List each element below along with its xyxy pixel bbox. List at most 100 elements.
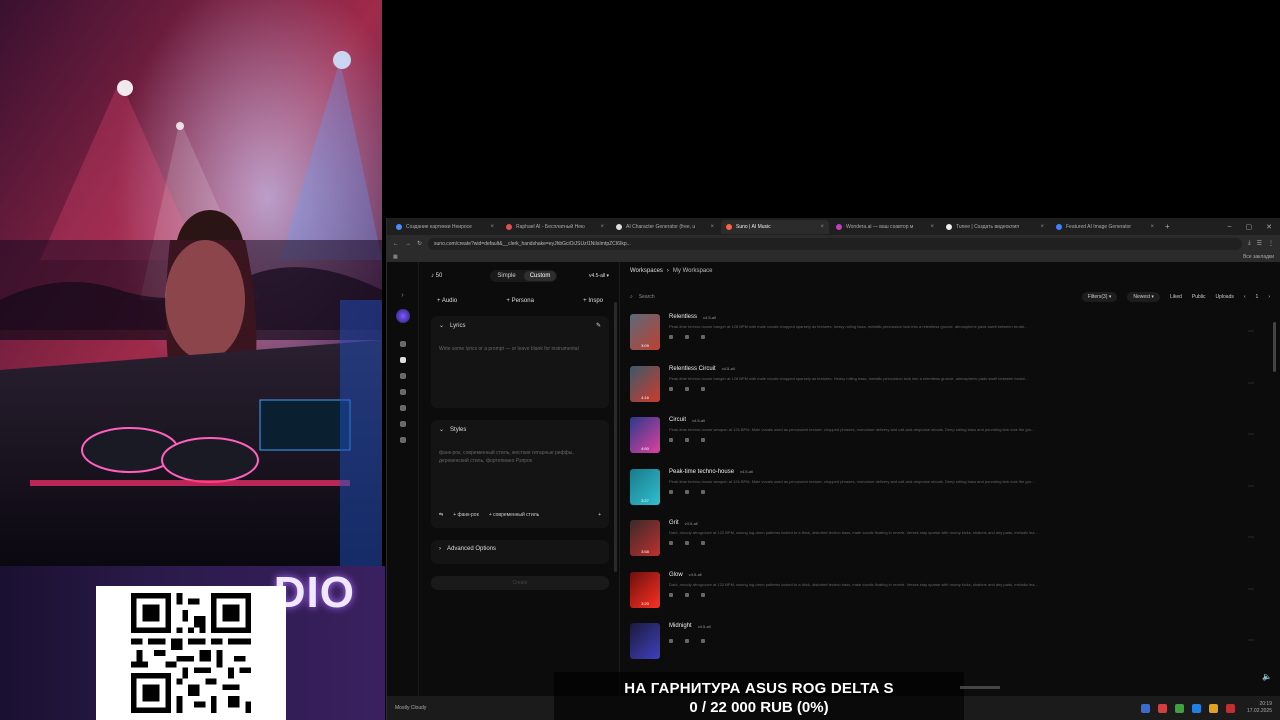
start-icon[interactable]	[1140, 703, 1150, 713]
song-title[interactable]: Midnight	[669, 623, 692, 629]
prev-page-icon[interactable]: ‹	[1244, 294, 1246, 300]
model-select[interactable]: v4.5-all ▾	[589, 273, 609, 279]
more-options-icon[interactable]: ⋯	[1248, 637, 1254, 644]
like-icon[interactable]	[669, 592, 673, 597]
styles-input[interactable]: фанк-рок, современный стиль, жесткие гит…	[439, 449, 601, 465]
add-style-icon[interactable]: +	[598, 512, 601, 518]
song-cover[interactable]: 3:20	[630, 571, 660, 608]
maximize-icon[interactable]: ▢	[1246, 223, 1253, 231]
dislike-icon[interactable]	[685, 489, 689, 494]
more-options-icon[interactable]: ⋯	[1248, 586, 1254, 593]
song-title[interactable]: Glow	[669, 572, 683, 578]
forward-icon[interactable]: →	[405, 241, 411, 247]
notifications-icon[interactable]	[399, 437, 406, 443]
app-icon[interactable]	[1191, 703, 1201, 713]
create-button[interactable]: Create	[431, 576, 609, 590]
like-icon[interactable]	[669, 489, 673, 494]
more-options-icon[interactable]: ⋯	[1248, 328, 1254, 335]
back-icon[interactable]: ←	[393, 241, 399, 247]
browser-tab[interactable]: Featured AI Image Generator ×	[1051, 220, 1159, 234]
minimize-icon[interactable]: –	[1228, 223, 1232, 231]
home-icon[interactable]	[399, 341, 406, 347]
browser-tab[interactable]: Raphael AI - Бесплатный Нею ×	[501, 220, 609, 234]
url-field[interactable]: suno.com/create?wid=default&__clerk_hand…	[428, 237, 1242, 250]
song-cover[interactable]: 3:27	[630, 468, 660, 505]
all-bookmarks-link[interactable]: Все закладки	[1243, 254, 1274, 260]
share-icon[interactable]	[701, 541, 705, 545]
browser-tab[interactable]: Создание картинки Неиросе ×	[391, 220, 499, 234]
breadcrumb-workspaces[interactable]: Workspaces	[630, 268, 663, 280]
song-row[interactable]: 3:27 Peak-time techno-house v4.5-all Peak-t…	[630, 468, 1270, 521]
styles-header[interactable]: ⌄ Styles	[439, 426, 601, 434]
song-title[interactable]: Relentless	[669, 314, 697, 320]
workspace-scrollbar[interactable]	[1273, 322, 1276, 372]
browser-tab-active[interactable]: Suno | AI Music ×	[721, 219, 829, 234]
close-icon[interactable]: ×	[490, 224, 494, 230]
close-icon[interactable]: ×	[600, 224, 604, 230]
download-icon[interactable]: ⤓	[1248, 240, 1251, 247]
song-cover[interactable]	[630, 623, 660, 659]
volume-icon[interactable]: 🔈	[1262, 672, 1272, 681]
add-persona-button[interactable]: + Persona	[506, 298, 534, 304]
app-icon[interactable]	[1157, 703, 1167, 713]
dislike-icon[interactable]	[685, 541, 689, 545]
apps-icon[interactable]: ▦	[393, 254, 398, 260]
lyrics-input[interactable]: Write some lyrics or a prompt — or leave…	[439, 345, 601, 353]
share-icon[interactable]	[701, 489, 705, 494]
mode-simple-button[interactable]: Simple	[491, 271, 521, 281]
like-icon[interactable]	[669, 438, 673, 442]
browser-tab[interactable]: AI Character Generator (free, u ×	[611, 220, 719, 234]
close-icon[interactable]: ×	[1040, 224, 1044, 230]
explore-icon[interactable]	[399, 373, 406, 379]
app-icon[interactable]	[1174, 703, 1184, 713]
song-cover[interactable]: 3:09	[630, 314, 660, 350]
mode-custom-button[interactable]: Custom	[523, 271, 557, 281]
magic-wand-icon[interactable]: ✎	[596, 322, 601, 329]
dislike-icon[interactable]	[685, 438, 689, 442]
next-page-icon[interactable]: ›	[1268, 294, 1270, 300]
like-icon[interactable]	[669, 639, 673, 643]
song-cover[interactable]: 4:16	[630, 365, 660, 402]
menu-icon[interactable]: ⋮	[1268, 240, 1274, 247]
extensions-icon[interactable]: ☰	[1257, 240, 1262, 247]
public-filter[interactable]: Public	[1192, 294, 1206, 300]
library-icon[interactable]	[399, 389, 406, 395]
close-icon[interactable]: ×	[1150, 224, 1154, 230]
collapse-icon[interactable]: ›	[401, 292, 403, 299]
more-options-icon[interactable]: ⋯	[1248, 534, 1254, 541]
new-tab-icon[interactable]: +	[1161, 222, 1174, 231]
song-row[interactable]: 3:09 Relentless v4.5-all Peak-time techno-h…	[630, 314, 1270, 366]
share-icon[interactable]	[701, 592, 705, 597]
more-options-icon[interactable]: ⋯	[1248, 483, 1254, 490]
dislike-icon[interactable]	[685, 335, 689, 339]
close-icon[interactable]: ×	[930, 224, 934, 230]
panel-scrollbar[interactable]	[614, 302, 617, 572]
song-title[interactable]: Grit	[669, 520, 679, 526]
song-row[interactable]: 3:20 Glow v4.5-all Dark, moody afrogroove a…	[630, 571, 1270, 624]
uploads-filter[interactable]: Uploads	[1216, 294, 1234, 300]
dislike-icon[interactable]	[685, 386, 689, 391]
song-row[interactable]: Midnight v4.5-all ⋯	[630, 623, 1270, 675]
song-title[interactable]: Circuit	[669, 417, 686, 423]
song-row[interactable]: 4:16 Relentless Circuit v4.5-all Peak-time …	[630, 365, 1270, 418]
credits-counter[interactable]: ♪ 50	[431, 273, 442, 279]
liked-filter[interactable]: Liked	[1170, 294, 1182, 300]
close-window-icon[interactable]: ✕	[1266, 223, 1272, 231]
dislike-icon[interactable]	[685, 639, 689, 643]
like-icon[interactable]	[669, 335, 673, 339]
song-row[interactable]: 3:58 Grit v4.5-all Dark, moody afrogroove a…	[630, 520, 1270, 572]
song-row[interactable]: 4:50 Circuit v4.5-all Peak-time techno-hous…	[630, 417, 1270, 469]
reload-icon[interactable]: ↻	[417, 240, 422, 247]
suno-logo-icon[interactable]	[395, 309, 410, 323]
share-icon[interactable]	[701, 438, 705, 442]
song-title[interactable]: Peak-time techno-house	[669, 469, 734, 475]
browser-tab[interactable]: Wondera.ai — ваш соавтор м ×	[831, 220, 939, 234]
settings-icon[interactable]	[399, 421, 406, 427]
create-icon[interactable]	[399, 357, 406, 363]
app-icon[interactable]	[1225, 703, 1235, 713]
share-icon[interactable]	[701, 639, 705, 643]
filters-button[interactable]: Filters(3) ▾	[1081, 292, 1118, 302]
close-icon[interactable]: ×	[820, 224, 824, 230]
song-title[interactable]: Relentless Circuit	[669, 366, 716, 372]
browser-tab[interactable]: Tunee | Создать видеоклип ×	[941, 220, 1049, 234]
